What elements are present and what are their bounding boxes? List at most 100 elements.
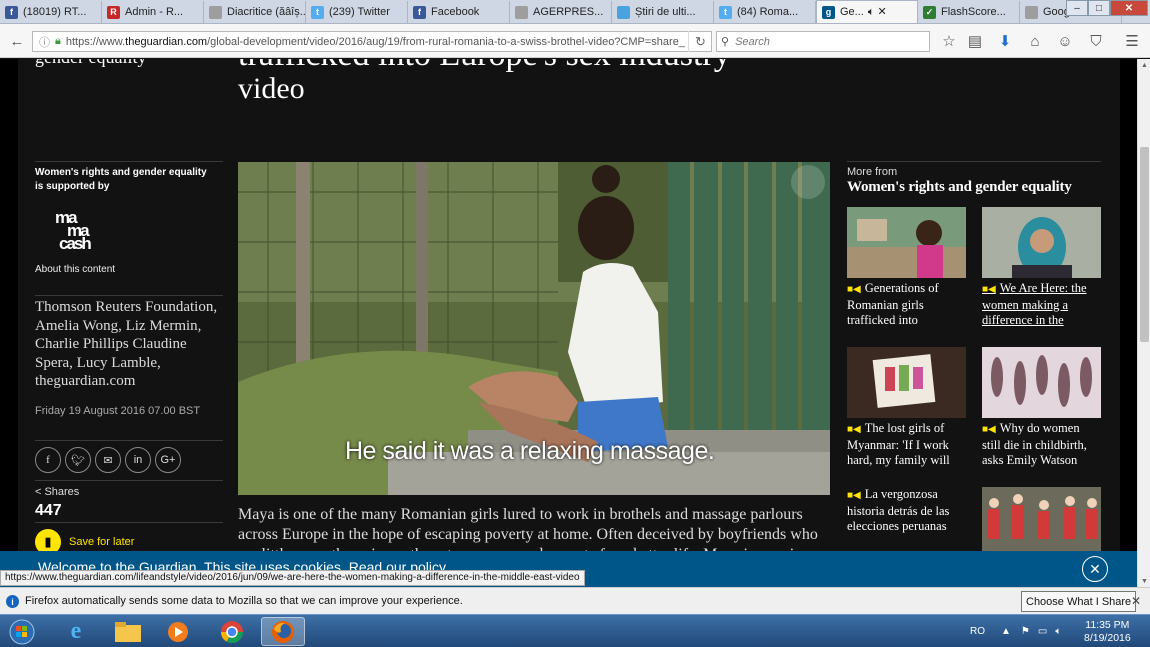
divider [35,522,223,523]
article-body: Maya is one of the many Romanian girls l… [238,506,818,551]
video-icon: ■◀ [982,284,996,295]
supported-by-text: Women's rights and gender equality is su… [35,167,207,192]
tab-favicon-icon [617,5,630,19]
related-card-5[interactable]: ■◀ La vergonzosa historia detrás de las e… [847,487,966,547]
scroll-up-icon[interactable]: ▲ [1138,59,1150,71]
browser-tab-7[interactable]: t (84) Roma... [714,1,816,23]
pocket-icon[interactable]: ⛉ [1085,30,1107,52]
svg-text:cash: cash [59,234,91,251]
chat-icon[interactable]: ☺ [1054,30,1076,52]
about-content-link[interactable]: About this content [35,264,115,275]
divider [35,295,223,296]
related-card-1[interactable]: ■◀ Generations of Romanian girls traffick… [847,207,966,329]
more-from-section-title[interactable]: Women's rights and gender equality [847,179,1072,196]
page-content: gender equality trafficked into Europe's… [0,59,1137,551]
flag-icon[interactable]: ⚑ [1021,626,1030,637]
browser-tab-0[interactable]: f (18019) RT... [0,1,102,23]
show-hidden-icons-icon[interactable]: ▲ [1001,626,1011,637]
firefox-icon[interactable] [261,617,305,646]
browser-tab-1[interactable]: R Admin - R... [102,1,204,23]
shares-count: 447 [35,502,62,519]
related-card-6[interactable] [982,487,1101,551]
divider [847,161,1101,162]
card-thumbnail [982,347,1101,418]
choose-what-i-share-button[interactable]: Choose What I Share [1021,591,1137,612]
address-bar[interactable]: ⓘ 🔒︎ https://www. theguardian.com/global-… [32,31,712,52]
reload-button[interactable]: ↻ [688,31,712,52]
navigation-bar: ← ⓘ 🔒︎ https://www. theguardian.com/globa… [0,24,1150,58]
tab-label: AGERPRES... [533,6,604,18]
save-label: Save for later [69,536,135,548]
media-player-icon[interactable] [156,617,200,646]
back-button[interactable]: ← [6,30,28,52]
chrome-icon[interactable] [210,617,254,646]
language-indicator[interactable]: RO [970,626,985,637]
card-thumbnail [982,487,1101,551]
card-thumbnail [847,347,966,418]
shares-label: < Shares [35,486,80,498]
start-button[interactable] [2,617,42,646]
reading-list-icon[interactable]: ▤ [964,30,986,52]
file-explorer-icon[interactable] [106,617,150,646]
url-host: theguardian.com [125,35,208,48]
tab-label: Admin - R... [125,6,184,18]
link-status-bar: https://www.theguardian.com/lifeandstyle… [0,570,585,586]
email-icon[interactable]: ✉ [95,447,121,473]
maximize-button[interactable]: □ [1088,0,1110,16]
windows-taskbar: e RO ▲ ⚑ ▭ 🔈︎ 11:35 PM 8/19/2016 [0,614,1150,647]
save-for-later-button[interactable]: ▮ Save for later [35,529,134,551]
tab-favicon-icon [1025,5,1038,19]
twitter-icon[interactable]: 🐦︎ [65,447,91,473]
info-icon[interactable]: ⓘ [39,34,50,50]
search-icon: ⚲ [721,36,730,48]
clock-time: 11:35 PM [1085,619,1130,631]
video-caption: He said it was a relaxing massage. [345,437,715,465]
bookmark-icon: ▮ [35,529,61,551]
sponsor-logo[interactable]: ma ma cash [53,207,125,253]
menu-icon[interactable]: ☰ [1121,30,1143,52]
browser-tab-2[interactable]: Diacritice (ăâîș... [204,1,306,23]
tab-favicon-icon: ✓ [923,5,936,19]
share-icon: < [35,486,42,498]
internet-explorer-icon[interactable]: e [54,617,98,646]
tab-audio-close-icon[interactable]: 🔈︎ ✕ [868,5,887,19]
tab-label: (239) Twitter [329,6,390,18]
vertical-scrollbar[interactable]: ▲ ▼ [1137,59,1150,587]
tab-favicon-icon: f [413,5,426,19]
clock-date: 8/19/2016 [1084,632,1131,644]
close-icon[interactable]: ✕ [1082,556,1108,582]
divider [35,161,223,162]
browser-tab-4[interactable]: f Facebook [408,1,510,23]
linkedin-icon[interactable]: in [125,447,151,473]
close-window-button[interactable]: ✕ [1110,0,1148,16]
divider [35,480,223,481]
close-icon[interactable]: ✕ [1131,594,1141,608]
related-card-3[interactable]: ■◀ The lost girls of Myanmar: 'If I work … [847,347,966,469]
browser-tab-5[interactable]: AGERPRES... [510,1,612,23]
url-path: /global-development/video/2016/aug/19/fr… [207,35,685,48]
scrollbar-thumb[interactable] [1140,147,1149,342]
browser-tab-6[interactable]: Știri de ulti... [612,1,714,23]
home-icon[interactable]: ⌂ [1024,30,1046,52]
video-icon: ■◀ [847,284,861,295]
downloads-icon[interactable]: ⬇ [994,30,1016,52]
network-icon[interactable]: ▭ [1038,626,1047,637]
related-card-4[interactable]: ■◀ Why do women still die in childbirth, … [982,347,1101,469]
related-card-2[interactable]: ■◀ We Are Here: the women making a differ… [982,207,1101,329]
googleplus-icon[interactable]: G+ [155,447,181,473]
bookmark-star-icon[interactable]: ☆ [938,30,960,52]
scroll-down-icon[interactable]: ▼ [1138,575,1150,587]
card-thumbnail [982,207,1101,278]
minimize-button[interactable]: – [1066,0,1088,16]
search-input[interactable]: ⚲ Search [716,31,930,52]
video-icon: ■◀ [847,490,861,501]
video-icon: ■◀ [982,424,996,435]
facebook-icon[interactable]: f [35,447,61,473]
browser-tab-3[interactable]: t (239) Twitter [306,1,408,23]
clock[interactable]: 11:35 PM 8/19/2016 [1084,619,1131,645]
browser-tab-8[interactable]: g Ge... 🔈︎ ✕ [816,0,918,23]
volume-icon[interactable]: 🔈︎ [1055,626,1061,637]
tab-label: (84) Roma... [737,6,799,18]
video-player[interactable]: He said it was a relaxing massage. [238,162,830,495]
browser-tab-9[interactable]: ✓ FlashScore... [918,1,1020,23]
